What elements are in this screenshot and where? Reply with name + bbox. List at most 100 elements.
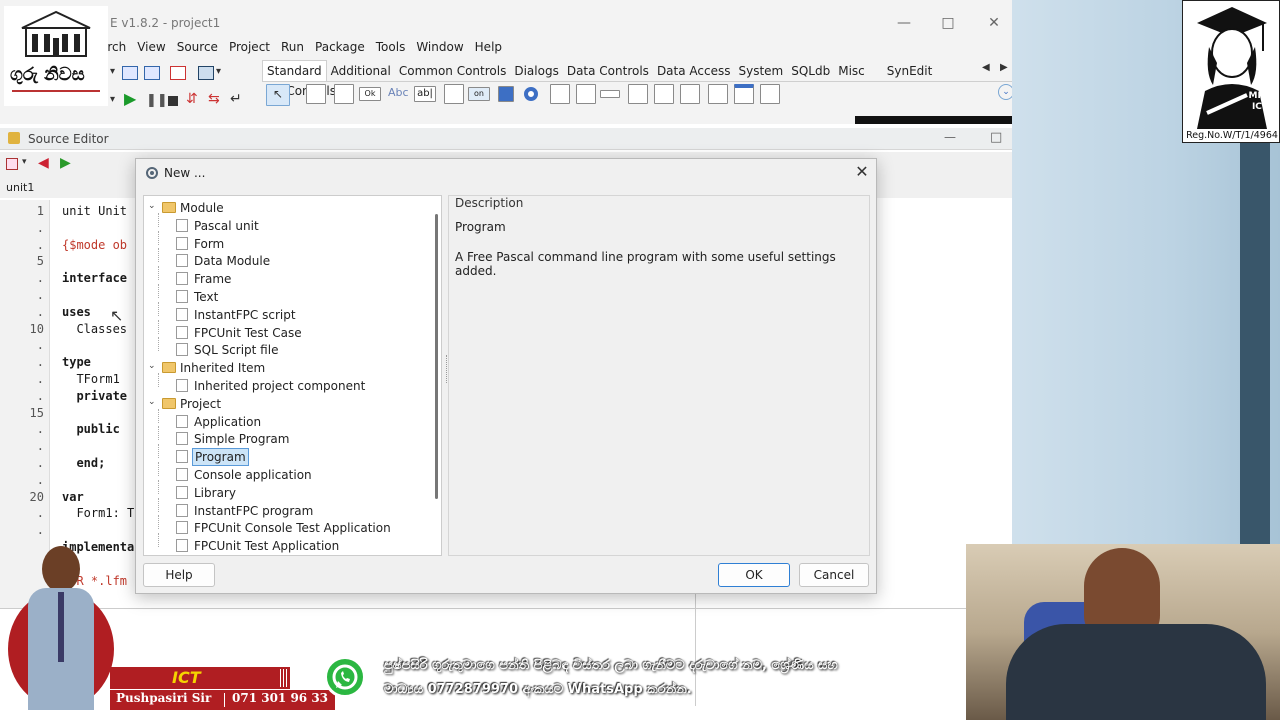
dialog-close-icon[interactable]: ✕: [852, 162, 872, 182]
tradiobutton-icon[interactable]: [524, 87, 538, 101]
step-out-icon[interactable]: ↵: [230, 92, 246, 106]
code-line[interactable]: TForm1: [62, 372, 127, 386]
cancel-button[interactable]: Cancel: [799, 563, 869, 587]
code-line[interactable]: {$mode ob: [62, 238, 127, 252]
tab-unit1[interactable]: unit1: [6, 181, 34, 194]
menu-item-window[interactable]: Window: [416, 40, 463, 54]
palette-tab-synedit[interactable]: SynEdit: [883, 61, 937, 81]
tree-folder[interactable]: ⌄ Project: [144, 395, 424, 413]
code-line[interactable]: end;: [62, 456, 105, 470]
menu-item-source[interactable]: Source: [177, 40, 218, 54]
tgroupbox-icon[interactable]: [628, 84, 648, 104]
tpanel-icon[interactable]: [708, 84, 728, 104]
tree-item[interactable]: Console application: [144, 462, 424, 484]
palette-tab-standard[interactable]: Standard: [262, 60, 327, 81]
code-line[interactable]: public: [62, 422, 119, 436]
code-line[interactable]: var: [62, 490, 84, 504]
dropdown-arrow-icon[interactable]: ▾: [22, 157, 27, 167]
maximize-button[interactable]: □: [936, 12, 960, 34]
tactionlist-icon[interactable]: [760, 84, 780, 104]
jump-forward-icon[interactable]: ▶: [60, 155, 71, 171]
palette-tab-dialogs[interactable]: Dialogs: [510, 61, 562, 81]
tree-item[interactable]: FPCUnit Test Application: [144, 533, 424, 555]
tree-scrollbar-thumb[interactable]: [435, 214, 438, 499]
tabs-scroll-left-icon[interactable]: ◀: [982, 62, 990, 73]
tframe-icon[interactable]: [734, 84, 754, 104]
tree-item[interactable]: Text: [144, 284, 424, 306]
code-line[interactable]: interface: [62, 271, 127, 285]
menu-item-help[interactable]: Help: [475, 40, 502, 54]
step-over-icon[interactable]: ⇆: [208, 92, 224, 106]
editor-options-icon[interactable]: [6, 158, 18, 170]
menu-item-package[interactable]: Package: [315, 40, 365, 54]
palette-tab-data-access[interactable]: Data Access: [653, 61, 735, 81]
tree-item[interactable]: Simple Program: [144, 426, 424, 448]
code-line[interactable]: uses: [62, 305, 91, 319]
tcombobox-icon[interactable]: [576, 84, 596, 104]
tree-item[interactable]: Inherited project component: [144, 373, 424, 395]
toggle-form-icon[interactable]: [170, 66, 186, 80]
tlabel-icon[interactable]: Abc: [388, 86, 409, 99]
save-all-icon[interactable]: [144, 66, 160, 80]
tree-folder[interactable]: ⌄ Module: [144, 199, 424, 217]
tree-item[interactable]: Form: [144, 230, 424, 253]
view-form-icon[interactable]: [198, 66, 214, 80]
run-icon[interactable]: ▶: [124, 91, 140, 107]
help-button[interactable]: Help: [143, 563, 215, 587]
tradiogroup-icon[interactable]: [654, 84, 674, 104]
step-into-icon[interactable]: ⇵: [186, 92, 202, 106]
tree-item[interactable]: SQL Script file: [144, 337, 424, 359]
tree-folder[interactable]: ⌄ Inherited Item: [144, 359, 424, 377]
tmemo-icon[interactable]: [444, 84, 464, 104]
tree-item[interactable]: Frame: [144, 266, 424, 288]
dropdown-arrow-icon[interactable]: ▾: [216, 66, 232, 80]
palette-tab-system[interactable]: System: [734, 61, 787, 81]
source-editor-minimize-button[interactable]: —: [944, 130, 956, 144]
tedit-icon[interactable]: ab|: [414, 86, 436, 102]
tree-item[interactable]: FPCUnit Console Test Application: [144, 515, 424, 537]
tree-scrollbar[interactable]: [432, 208, 442, 554]
code-line[interactable]: Form1: T: [62, 506, 134, 520]
stop-icon[interactable]: [168, 96, 178, 106]
menu-item-run[interactable]: Run: [281, 40, 304, 54]
tree-item[interactable]: Application: [144, 408, 424, 431]
minimize-button[interactable]: —: [892, 12, 916, 34]
pause-icon[interactable]: ❚❚: [146, 94, 168, 108]
tcheckgroup-icon[interactable]: [680, 84, 700, 104]
menu-item-project[interactable]: Project: [229, 40, 270, 54]
tree-item[interactable]: Library: [144, 479, 424, 502]
palette-tab-data-controls[interactable]: Data Controls: [563, 61, 653, 81]
collapse-icon[interactable]: ⌄: [148, 397, 156, 407]
tlistbox-icon[interactable]: [550, 84, 570, 104]
tbutton-icon[interactable]: Ok: [359, 87, 381, 101]
palette-tab-additional[interactable]: Additional: [327, 61, 395, 81]
tcheckbox-icon[interactable]: [498, 86, 514, 102]
collapse-icon[interactable]: ⌄: [148, 361, 156, 371]
selection-pointer-icon[interactable]: ↖: [266, 84, 290, 106]
jump-back-icon[interactable]: ◀: [38, 155, 49, 171]
tabs-scroll-right-icon[interactable]: ▶: [1000, 62, 1008, 73]
tmainmenu-icon[interactable]: [306, 84, 326, 104]
palette-tab-misc[interactable]: Misc: [834, 61, 869, 81]
palette-tab-sqldb[interactable]: SQLdb: [787, 61, 834, 81]
tpopupmenu-icon[interactable]: [334, 84, 354, 104]
tscrollbar-icon[interactable]: [600, 90, 620, 98]
tree-item[interactable]: InstantFPC program: [144, 497, 424, 520]
ttogglebox-icon[interactable]: on: [468, 87, 490, 101]
menu-item-view[interactable]: View: [137, 40, 165, 54]
tree-item[interactable]: FPCUnit Test Case: [144, 319, 424, 342]
tree-item[interactable]: Data Module: [144, 248, 424, 270]
tree-item[interactable]: Pascal unit: [144, 212, 424, 235]
code-line[interactable]: private: [62, 389, 127, 403]
tree-item[interactable]: InstantFPC script: [144, 301, 424, 324]
close-button[interactable]: ✕: [982, 12, 1006, 34]
palette-tab-common-controls[interactable]: Common Controls: [395, 61, 511, 81]
save-icon[interactable]: [122, 66, 138, 80]
code-line[interactable]: type: [62, 355, 91, 369]
code-line[interactable]: unit Unit: [62, 204, 127, 218]
collapse-icon[interactable]: ⌄: [148, 201, 156, 211]
ok-button[interactable]: OK: [718, 563, 790, 587]
tree-item[interactable]: Program: [144, 444, 424, 467]
source-editor-maximize-button[interactable]: □: [990, 130, 1002, 145]
menu-item-tools[interactable]: Tools: [376, 40, 406, 54]
